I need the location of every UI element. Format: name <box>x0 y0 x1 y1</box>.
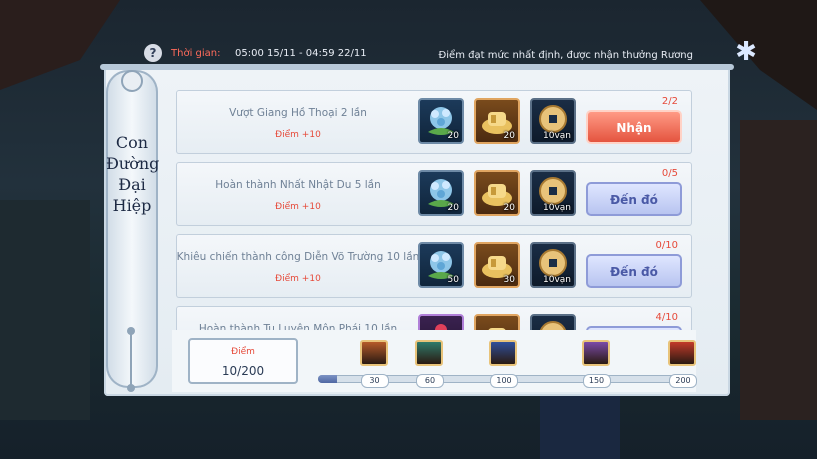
task-title: Khiêu chiến thành công Diễn Võ Trường 10… <box>176 251 420 263</box>
chest-blue-icon[interactable] <box>489 340 517 366</box>
reward-item[interactable]: 20 <box>418 98 464 144</box>
help-icon[interactable]: ? <box>144 44 162 62</box>
score-box: Điểm 10/200 <box>188 338 298 384</box>
chest-green-icon[interactable] <box>415 340 443 366</box>
milestone-label: 150 <box>582 374 611 388</box>
task-title: Hoàn thành Tu Luyện Môn Phái 10 lần <box>198 323 398 330</box>
time-label: Thời gian: <box>171 48 221 59</box>
task-title: Vượt Giang Hồ Thoại 2 lần <box>229 107 367 119</box>
reward-item[interactable]: 10vạn <box>530 170 576 216</box>
reward-count: 10vạn <box>543 275 571 285</box>
task-progress: 0/5 <box>661 168 678 179</box>
milestone-label: 30 <box>360 374 389 388</box>
event-title: Con Đường Đại Hiệp <box>106 133 160 215</box>
task-row: Vượt Giang Hồ Thoại 2 lần Điểm +10 20 20 … <box>176 90 692 154</box>
task-progress: 0/10 <box>655 240 678 251</box>
reward-item[interactable] <box>418 314 464 330</box>
reward-count: 20 <box>447 203 459 213</box>
scroll-rod <box>100 64 734 70</box>
task-progress: 4/10 <box>655 312 678 323</box>
reward-count: 50 <box>447 275 459 285</box>
scroll-knob-icon <box>121 70 143 92</box>
task-progress: 2/2 <box>661 96 678 107</box>
reward-item[interactable] <box>474 314 520 330</box>
task-row: Khiêu chiến thành công Diễn Võ Trường 10… <box>176 234 692 298</box>
go-button[interactable]: Đến đó <box>586 254 682 288</box>
chest-red-icon[interactable] <box>668 340 696 366</box>
reward-item[interactable]: 50 <box>418 242 464 288</box>
reward-item[interactable]: 10vạn <box>530 242 576 288</box>
time-range: 05:00 15/11 - 04:59 22/11 <box>235 48 367 59</box>
score-value: 10/200 <box>221 364 265 378</box>
reward-count: 20 <box>503 131 515 141</box>
task-row: Hoàn thành Tu Luyện Môn Phái 10 lần 4/10 <box>176 306 692 330</box>
task-list[interactable]: Vượt Giang Hồ Thoại 2 lần Điểm +10 20 20 … <box>172 88 696 330</box>
scroll-ornament-dot <box>127 327 135 335</box>
scroll-ornament-dot <box>127 384 135 392</box>
score-progress-fill <box>318 375 337 383</box>
score-label: Điểm <box>231 347 255 357</box>
chest-purple-icon[interactable] <box>581 340 610 366</box>
title-scroll <box>106 70 158 388</box>
reward-hint: Điểm đạt mức nhất định, được nhận thưởng… <box>438 50 693 61</box>
task-points: Điểm +10 <box>275 130 321 140</box>
close-icon[interactable]: ✱ <box>732 38 760 66</box>
chest-brown-icon[interactable] <box>359 340 388 366</box>
scroll-ornament-line <box>130 330 132 388</box>
go-button[interactable]: Đến đó <box>586 182 682 216</box>
reward-item[interactable]: 10vạn <box>530 98 576 144</box>
task-points: Điểm +10 <box>275 202 321 212</box>
reward-item[interactable]: 20 <box>418 170 464 216</box>
reward-item[interactable]: 20 <box>474 170 520 216</box>
reward-item[interactable] <box>530 314 576 330</box>
task-row: Hoàn thành Nhất Nhật Du 5 lần Điểm +10 20… <box>176 162 692 226</box>
task-title: Hoàn thành Nhất Nhật Du 5 lần <box>215 179 381 191</box>
task-points: Điểm +10 <box>275 274 321 284</box>
reward-item[interactable]: 30 <box>474 242 520 288</box>
reward-count: 20 <box>447 131 459 141</box>
milestone-label: 200 <box>669 374 697 388</box>
reward-count: 30 <box>503 275 515 285</box>
reward-count: 20 <box>503 203 515 213</box>
claim-button[interactable]: Nhận <box>586 110 682 144</box>
reward-count: 10vạn <box>543 131 571 141</box>
milestone-label: 60 <box>416 374 444 388</box>
milestone-label: 100 <box>490 374 518 388</box>
reward-item[interactable]: 20 <box>474 98 520 144</box>
reward-count: 10vạn <box>543 203 571 213</box>
